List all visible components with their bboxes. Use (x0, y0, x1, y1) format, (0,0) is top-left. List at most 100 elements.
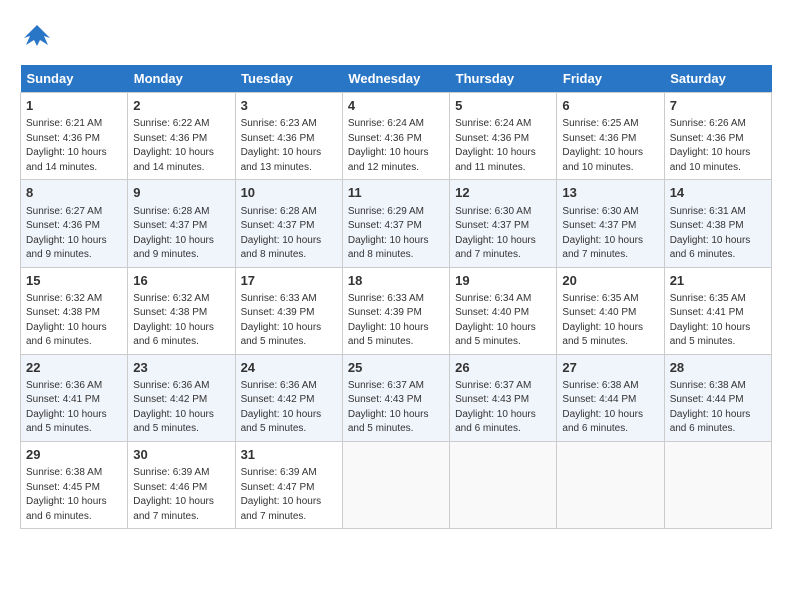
cell-info: Sunrise: 6:25 AM Sunset: 4:36 PM Dayligh… (562, 117, 658, 175)
calendar-cell: 24Sunrise: 6:36 AM Sunset: 4:42 PM Dayli… (235, 354, 342, 441)
cell-info: Sunrise: 6:35 AM Sunset: 4:40 PM Dayligh… (562, 292, 658, 350)
calendar-cell: 9 Sunrise: 6:28 AM Sunset: 4:37 PM Daylig… (128, 180, 235, 267)
header-saturday: Saturday (664, 65, 771, 93)
calendar-cell (450, 441, 557, 528)
calendar-cell: 5Sunrise: 6:24 AM Sunset: 4:36 PM Daylig… (450, 93, 557, 180)
calendar-cell (664, 441, 771, 528)
day-number: 8 (26, 184, 122, 202)
day-number: 26 (455, 359, 551, 377)
calendar-week-2: 8Sunrise: 6:27 AM Sunset: 4:36 PM Daylig… (21, 180, 772, 267)
calendar-cell (342, 441, 449, 528)
day-number: 21 (670, 272, 766, 290)
cell-info: Sunrise: 6:37 AM Sunset: 4:43 PM Dayligh… (455, 379, 551, 437)
day-number: 14 (670, 184, 766, 202)
calendar-cell: 6 Sunrise: 6:25 AM Sunset: 4:36 PM Daylig… (557, 93, 664, 180)
calendar-cell: 12Sunrise: 6:30 AM Sunset: 4:37 PM Dayli… (450, 180, 557, 267)
calendar-cell: 20 Sunrise: 6:35 AM Sunset: 4:40 PM Dayli… (557, 267, 664, 354)
cell-info: Sunrise: 6:36 AM Sunset: 4:42 PM Dayligh… (133, 379, 229, 437)
calendar-header-row: SundayMondayTuesdayWednesdayThursdayFrid… (21, 65, 772, 93)
day-number: 29 (26, 446, 122, 464)
header-thursday: Thursday (450, 65, 557, 93)
calendar-cell: 17Sunrise: 6:33 AM Sunset: 4:39 PM Dayli… (235, 267, 342, 354)
cell-info: Sunrise: 6:34 AM Sunset: 4:40 PM Dayligh… (455, 292, 551, 350)
header-monday: Monday (128, 65, 235, 93)
cell-info: Sunrise: 6:22 AM Sunset: 4:36 PM Dayligh… (133, 117, 229, 175)
day-number: 27 (562, 359, 658, 377)
cell-info: Sunrise: 6:21 AM Sunset: 4:36 PM Dayligh… (26, 117, 122, 175)
day-number: 9 (133, 184, 229, 202)
day-number: 25 (348, 359, 444, 377)
cell-info: Sunrise: 6:39 AM Sunset: 4:46 PM Dayligh… (133, 466, 229, 524)
day-number: 2 (133, 97, 229, 115)
calendar-cell: 21 Sunrise: 6:35 AM Sunset: 4:41 PM Dayli… (664, 267, 771, 354)
day-number: 6 (562, 97, 658, 115)
header-friday: Friday (557, 65, 664, 93)
cell-info: Sunrise: 6:24 AM Sunset: 4:36 PM Dayligh… (348, 117, 444, 175)
calendar-cell: 8Sunrise: 6:27 AM Sunset: 4:36 PM Daylig… (21, 180, 128, 267)
calendar-cell: 3Sunrise: 6:23 AM Sunset: 4:36 PM Daylig… (235, 93, 342, 180)
calendar-cell: 2 Sunrise: 6:22 AM Sunset: 4:36 PM Daylig… (128, 93, 235, 180)
cell-info: Sunrise: 6:26 AM Sunset: 4:36 PM Dayligh… (670, 117, 766, 175)
cell-info: Sunrise: 6:30 AM Sunset: 4:37 PM Dayligh… (455, 205, 551, 263)
day-number: 16 (133, 272, 229, 290)
day-number: 7 (670, 97, 766, 115)
day-number: 11 (348, 184, 444, 202)
header-sunday: Sunday (21, 65, 128, 93)
calendar-cell: 1 Sunrise: 6:21 AM Sunset: 4:36 PM Daylig… (21, 93, 128, 180)
calendar-cell: 27 Sunrise: 6:38 AM Sunset: 4:44 PM Dayli… (557, 354, 664, 441)
logo (20, 20, 52, 55)
cell-info: Sunrise: 6:38 AM Sunset: 4:44 PM Dayligh… (562, 379, 658, 437)
logo-bird-icon (22, 20, 52, 50)
calendar-cell: 14 Sunrise: 6:31 AM Sunset: 4:38 PM Dayli… (664, 180, 771, 267)
header-tuesday: Tuesday (235, 65, 342, 93)
day-number: 24 (241, 359, 337, 377)
day-number: 31 (241, 446, 337, 464)
calendar-cell: 30 Sunrise: 6:39 AM Sunset: 4:46 PM Dayli… (128, 441, 235, 528)
calendar-cell: 19 Sunrise: 6:34 AM Sunset: 4:40 PM Dayli… (450, 267, 557, 354)
day-number: 5 (455, 97, 551, 115)
cell-info: Sunrise: 6:31 AM Sunset: 4:38 PM Dayligh… (670, 205, 766, 263)
calendar-cell: 11 Sunrise: 6:29 AM Sunset: 4:37 PM Dayli… (342, 180, 449, 267)
page-header (20, 20, 772, 55)
day-number: 4 (348, 97, 444, 115)
cell-info: Sunrise: 6:38 AM Sunset: 4:44 PM Dayligh… (670, 379, 766, 437)
day-number: 20 (562, 272, 658, 290)
cell-info: Sunrise: 6:36 AM Sunset: 4:41 PM Dayligh… (26, 379, 122, 437)
calendar-cell: 4 Sunrise: 6:24 AM Sunset: 4:36 PM Daylig… (342, 93, 449, 180)
calendar-week-5: 29Sunrise: 6:38 AM Sunset: 4:45 PM Dayli… (21, 441, 772, 528)
day-number: 1 (26, 97, 122, 115)
calendar-cell: 31 Sunrise: 6:39 AM Sunset: 4:47 PM Dayli… (235, 441, 342, 528)
calendar-cell: 15 Sunrise: 6:32 AM Sunset: 4:38 PM Dayli… (21, 267, 128, 354)
calendar-cell: 18Sunrise: 6:33 AM Sunset: 4:39 PM Dayli… (342, 267, 449, 354)
cell-info: Sunrise: 6:39 AM Sunset: 4:47 PM Dayligh… (241, 466, 337, 524)
day-number: 3 (241, 97, 337, 115)
day-number: 28 (670, 359, 766, 377)
calendar-table: SundayMondayTuesdayWednesdayThursdayFrid… (20, 65, 772, 529)
cell-info: Sunrise: 6:35 AM Sunset: 4:41 PM Dayligh… (670, 292, 766, 350)
calendar-week-1: 1 Sunrise: 6:21 AM Sunset: 4:36 PM Daylig… (21, 93, 772, 180)
calendar-cell: 25 Sunrise: 6:37 AM Sunset: 4:43 PM Dayli… (342, 354, 449, 441)
cell-info: Sunrise: 6:30 AM Sunset: 4:37 PM Dayligh… (562, 205, 658, 263)
calendar-cell: 13 Sunrise: 6:30 AM Sunset: 4:37 PM Dayli… (557, 180, 664, 267)
calendar-cell: 23Sunrise: 6:36 AM Sunset: 4:42 PM Dayli… (128, 354, 235, 441)
logo-text (20, 20, 52, 55)
calendar-body: 1 Sunrise: 6:21 AM Sunset: 4:36 PM Daylig… (21, 93, 772, 529)
calendar-cell: 26 Sunrise: 6:37 AM Sunset: 4:43 PM Dayli… (450, 354, 557, 441)
calendar-cell: 22 Sunrise: 6:36 AM Sunset: 4:41 PM Dayli… (21, 354, 128, 441)
cell-info: Sunrise: 6:33 AM Sunset: 4:39 PM Dayligh… (241, 292, 337, 350)
cell-info: Sunrise: 6:29 AM Sunset: 4:37 PM Dayligh… (348, 205, 444, 263)
cell-info: Sunrise: 6:28 AM Sunset: 4:37 PM Dayligh… (241, 205, 337, 263)
cell-info: Sunrise: 6:33 AM Sunset: 4:39 PM Dayligh… (348, 292, 444, 350)
calendar-cell: 28 Sunrise: 6:38 AM Sunset: 4:44 PM Dayli… (664, 354, 771, 441)
cell-info: Sunrise: 6:28 AM Sunset: 4:37 PM Dayligh… (133, 205, 229, 263)
day-number: 13 (562, 184, 658, 202)
day-number: 22 (26, 359, 122, 377)
cell-info: Sunrise: 6:37 AM Sunset: 4:43 PM Dayligh… (348, 379, 444, 437)
calendar-cell: 7 Sunrise: 6:26 AM Sunset: 4:36 PM Daylig… (664, 93, 771, 180)
day-number: 30 (133, 446, 229, 464)
cell-info: Sunrise: 6:32 AM Sunset: 4:38 PM Dayligh… (26, 292, 122, 350)
calendar-cell: 16Sunrise: 6:32 AM Sunset: 4:38 PM Dayli… (128, 267, 235, 354)
day-number: 19 (455, 272, 551, 290)
day-number: 15 (26, 272, 122, 290)
calendar-week-3: 15 Sunrise: 6:32 AM Sunset: 4:38 PM Dayli… (21, 267, 772, 354)
